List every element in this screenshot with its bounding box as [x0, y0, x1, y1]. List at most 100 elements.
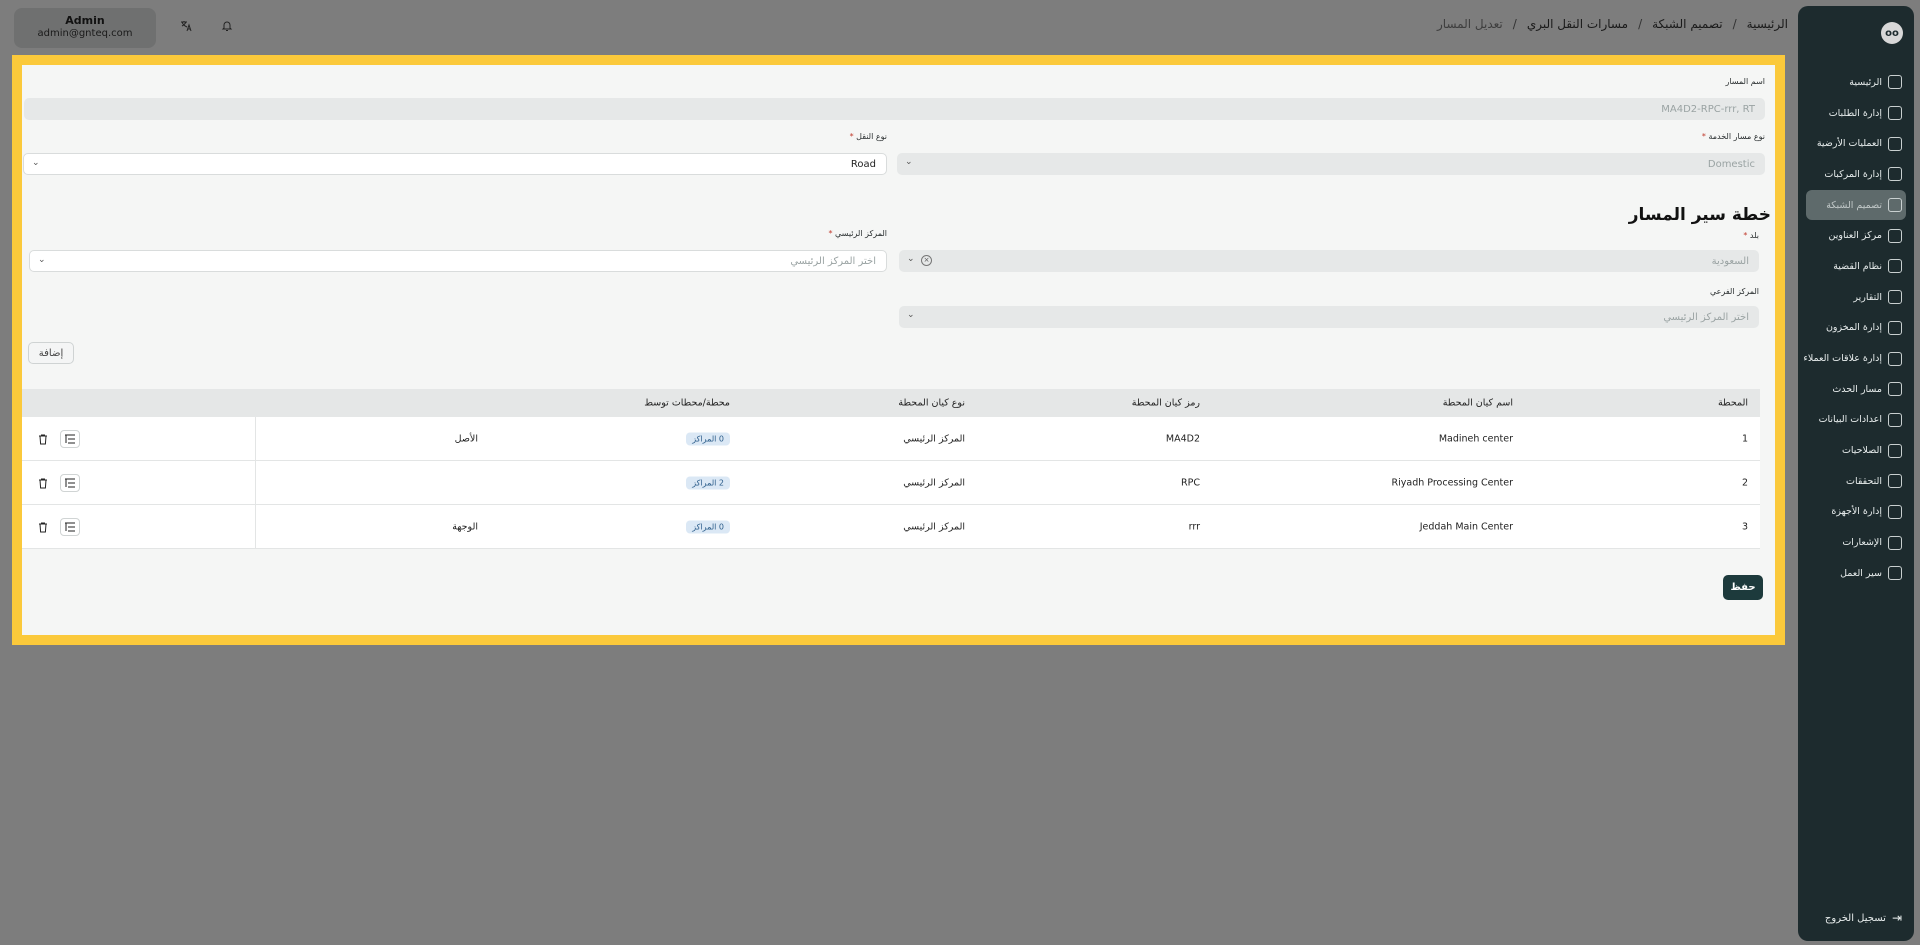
truck-icon — [1888, 167, 1902, 182]
sidebar-item-operations[interactable]: العمليات الأرضية — [1798, 128, 1914, 159]
sidebar-item-label: تصميم الشبكة — [1826, 199, 1882, 211]
country-value: السعودية — [1711, 255, 1749, 267]
main-center-label: المركز الرئيسي * — [828, 229, 887, 238]
transport-type-select[interactable]: Road ⌄ — [23, 153, 887, 175]
sidebar-item-case[interactable]: نظام القضية — [1798, 251, 1914, 282]
trash-icon[interactable] — [34, 518, 52, 536]
user-email: admin@gnteq.com — [37, 28, 133, 39]
stations-table: المحطة اسم كيان المحطة رمز كيان المحطة ن… — [22, 389, 1760, 549]
cell-entity-code: RPC — [1181, 477, 1200, 488]
chevron-down-icon: ⌄ — [907, 254, 915, 264]
sidebar-item-database[interactable]: اعدادات البيانات — [1798, 405, 1914, 436]
sidebar-item-label: مسار الحدث — [1832, 383, 1882, 395]
cell-station-number: 3 — [1741, 521, 1748, 532]
sidebar-item-workflow[interactable]: سير العمل — [1798, 558, 1914, 589]
sidebar-item-orders[interactable]: إدارة الطلبات — [1798, 98, 1914, 129]
column-divider — [255, 417, 256, 460]
sub-center-placeholder: اختر المركز الرئيسي — [1663, 311, 1749, 323]
main-center-select[interactable]: اختر المركز الرئيسي ⌄ — [29, 250, 887, 272]
header-entity-code: رمز كيان المحطة — [1131, 397, 1200, 409]
header-station: المحطة — [1717, 397, 1748, 409]
country-select: السعودية × ⌄ — [899, 250, 1759, 272]
sidebar-item-label: سير العمل — [1840, 567, 1882, 579]
reports-icon — [1888, 290, 1902, 305]
sidebar-item-label: الصلاحيات — [1841, 445, 1882, 457]
transport-type-value: Road — [850, 158, 876, 170]
tree-list-icon[interactable] — [60, 474, 80, 492]
sidebar-item-label: اعدادات البيانات — [1818, 414, 1882, 426]
tree-list-icon[interactable] — [60, 518, 80, 536]
location-icon — [1888, 228, 1902, 243]
sidebar-item-label: إدارة الأجهزة — [1831, 506, 1882, 518]
home-icon — [1888, 75, 1902, 90]
route-edit-panel: اسم المسار MA4D2-RPC-rrr, RT نوع مسار ال… — [22, 65, 1775, 635]
sub-center-select: اختر المركز الرئيسي ⌄ — [899, 306, 1759, 328]
cell-entity-type: المركز الرئيسي — [903, 521, 965, 532]
cell-entity-name: Riyadh Processing Center — [1391, 477, 1513, 488]
logout-button[interactable]: ⇥ تسجيل الخروج — [1798, 911, 1914, 925]
sidebar-item-network[interactable]: تصميم الشبكة — [1806, 189, 1906, 221]
sidebar-item-label: إدارة علاقات العملاء — [1803, 353, 1882, 365]
sidebar-item-label: العمليات الأرضية — [1816, 138, 1882, 150]
cell-entity-type: المركز الرئيسي — [903, 433, 965, 444]
sidebar-item-label: إدارة المخزون — [1825, 322, 1882, 334]
table-row: 3 Jeddah Main Center rrr المركز الرئيسي 0 ال… — [22, 505, 1760, 549]
user-name: Admin — [65, 14, 105, 27]
trash-icon[interactable] — [34, 474, 52, 492]
cell-entity-code: rrr — [1188, 521, 1200, 532]
sidebar-item-tools[interactable]: التحققات — [1798, 466, 1914, 497]
sidebar-item-label: الإشعارات — [1842, 537, 1882, 549]
sidebar-item-truck[interactable]: إدارة المركبات — [1798, 159, 1914, 190]
header-entity-type: نوع كيان المحطة — [898, 397, 965, 409]
sidebar-item-label: الرئيسية — [1849, 76, 1882, 88]
sidebar-item-inventory[interactable]: إدارة المخزون — [1798, 313, 1914, 344]
clear-icon: × — [921, 255, 932, 266]
sidebar-item-location[interactable]: مركز العناوين — [1798, 220, 1914, 251]
translate-button[interactable] — [172, 12, 200, 40]
sidebar-item-device[interactable]: إدارة الأجهزة — [1798, 497, 1914, 528]
translate-icon — [181, 21, 192, 32]
app-logo[interactable]: oo — [1881, 22, 1903, 44]
country-label: بلد * — [1743, 231, 1759, 240]
cell-station-number: 2 — [1741, 477, 1748, 488]
service-type-label: نوع مسار الخدمة * — [1701, 132, 1765, 141]
chevron-down-icon: ⌄ — [905, 157, 913, 167]
chevron-down-icon: ⌄ — [32, 158, 40, 168]
orders-icon — [1888, 106, 1902, 121]
database-icon — [1888, 412, 1902, 427]
event-path-icon — [1888, 382, 1902, 397]
sidebar: oo الرئيسية إدارة الطلبات العمليات الأرضية… — [1798, 6, 1914, 941]
inventory-icon — [1888, 320, 1902, 335]
main-center-placeholder: اختر المركز الرئيسي — [790, 255, 876, 267]
chevron-down-icon: ⌄ — [38, 255, 46, 265]
breadcrumb-home[interactable]: الرئيسية — [1747, 17, 1788, 31]
save-button[interactable]: حفظ — [1723, 575, 1763, 600]
user-profile[interactable]: Admin admin@gnteq.com — [14, 8, 156, 48]
sidebar-item-crm[interactable]: إدارة علاقات العملاء — [1798, 343, 1914, 374]
breadcrumb-land-routes[interactable]: مسارات النقل البري — [1527, 17, 1628, 31]
cell-station-role: الأصل — [454, 433, 478, 444]
tools-icon — [1888, 474, 1902, 489]
highlight-frame: اسم المسار MA4D2-RPC-rrr, RT نوع مسار ال… — [12, 55, 1785, 645]
header-entity-name: اسم كيان المحطة — [1442, 397, 1513, 409]
cell-entity-type: المركز الرئيسي — [903, 477, 965, 488]
table-header: المحطة اسم كيان المحطة رمز كيان المحطة ن… — [22, 389, 1760, 417]
breadcrumb-network-design[interactable]: تصميم الشبكة — [1652, 17, 1722, 31]
logout-icon: ⇥ — [1891, 911, 1902, 925]
sidebar-item-home[interactable]: الرئيسية — [1798, 67, 1914, 98]
sidebar-item-label: نظام القضية — [1833, 260, 1882, 272]
tree-list-icon[interactable] — [60, 430, 80, 448]
sub-center-label: المركز الفرعي — [1709, 287, 1759, 296]
sidebar-item-bell[interactable]: الإشعارات — [1798, 527, 1914, 558]
network-icon — [1888, 198, 1902, 213]
sidebar-item-users[interactable]: الصلاحيات — [1798, 435, 1914, 466]
table-row: 2 Riyadh Processing Center RPC المركز الرئي… — [22, 461, 1760, 505]
notifications-button[interactable] — [213, 12, 241, 40]
transport-type-label: نوع النقل * — [849, 132, 887, 141]
add-button[interactable]: إضافة — [28, 342, 74, 364]
column-divider — [255, 461, 256, 504]
sidebar-item-reports[interactable]: التقارير — [1798, 282, 1914, 313]
sidebar-item-event-path[interactable]: مسار الحدث — [1798, 374, 1914, 405]
trash-icon[interactable] — [34, 430, 52, 448]
table-row: 1 Madineh center MA4D2 المركز الرئيسي 0 المر… — [22, 417, 1760, 461]
